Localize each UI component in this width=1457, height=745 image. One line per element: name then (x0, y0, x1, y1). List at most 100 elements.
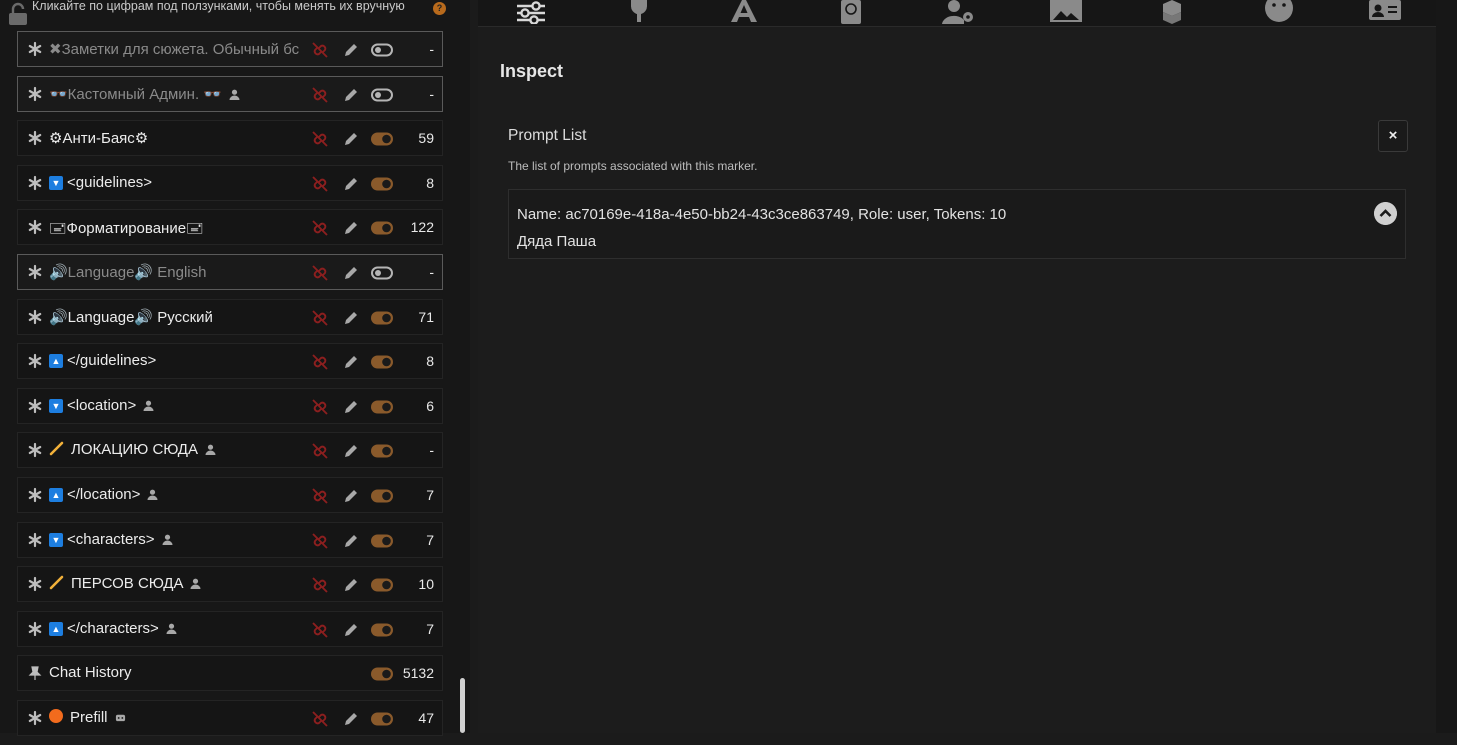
smile-icon[interactable] (1262, 0, 1296, 24)
unlink-icon[interactable] (311, 309, 329, 327)
prompt-name[interactable]: ▲ </characters> (49, 620, 177, 637)
pencil-icon[interactable] (342, 86, 360, 104)
unlink-icon[interactable] (311, 175, 329, 193)
token-count[interactable]: - (429, 86, 434, 102)
image-icon[interactable] (1049, 0, 1083, 24)
prompt-row[interactable]: ▲ </location> 7 (17, 476, 443, 513)
toggle-on-icon[interactable] (370, 130, 394, 148)
pencil-icon[interactable] (342, 621, 360, 639)
chevron-up-icon[interactable] (1374, 202, 1397, 225)
prompt-name[interactable]: 🔊Language🔊 Русский (49, 308, 213, 326)
prompt-name[interactable]: ЛОКАЦИЮ СЮДА (49, 441, 216, 458)
book-icon[interactable] (834, 0, 868, 24)
help-badge[interactable]: ? (433, 2, 446, 15)
scrollbar[interactable] (460, 678, 465, 733)
sliders-icon[interactable] (514, 0, 548, 24)
toggle-on-icon[interactable] (370, 665, 394, 683)
unlink-icon[interactable] (311, 576, 329, 594)
prompt-name[interactable]: ПЕРСОВ СЮДА (49, 575, 201, 592)
prompt-row[interactable]: ▲ </characters> 7 (17, 610, 443, 647)
token-count[interactable]: 6 (426, 398, 434, 414)
prompt-name[interactable]: 🔊Language🔊 English (49, 263, 206, 281)
token-count[interactable]: 47 (418, 710, 434, 726)
toggle-on-icon[interactable] (370, 353, 394, 371)
prompt-name[interactable]: ✖Заметки для сюжета. Обычный бс (49, 40, 299, 58)
toggle-on-icon[interactable] (370, 710, 394, 728)
toggle-off-icon[interactable] (370, 41, 394, 59)
unlink-icon[interactable] (311, 41, 329, 59)
prompt-name[interactable]: Prefill (49, 708, 126, 726)
close-button[interactable]: × (1378, 120, 1408, 152)
prompt-row[interactable]: ▼ <characters> 7 (17, 521, 443, 558)
cubes-icon[interactable] (1155, 0, 1189, 24)
prompt-row[interactable]: ЛОКАЦИЮ СЮДА - (17, 432, 443, 469)
toggle-on-icon[interactable] (370, 219, 394, 237)
prompt-name[interactable]: 👓Кастомный Админ. 👓 (49, 85, 240, 103)
unlink-icon[interactable] (311, 710, 329, 728)
prompt-row[interactable]: 🔊Language🔊 English - (17, 253, 443, 290)
prompt-row[interactable]: ▲ </guidelines> 8 (17, 343, 443, 380)
token-count[interactable]: 7 (426, 621, 434, 637)
prompt-name[interactable]: ▼ <characters> (49, 531, 173, 548)
prompt-name[interactable]: ⚙Анти-Баяс⚙ (49, 129, 148, 147)
prompt-name[interactable]: Chat History (49, 664, 132, 681)
lock-open-icon[interactable] (6, 2, 30, 26)
pencil-icon[interactable] (342, 710, 360, 728)
pencil-icon[interactable] (342, 442, 360, 460)
token-count[interactable]: 8 (426, 353, 434, 369)
toggle-on-icon[interactable] (370, 576, 394, 594)
token-count[interactable]: 5132 (403, 665, 434, 681)
toggle-on-icon[interactable] (370, 487, 394, 505)
unlink-icon[interactable] (311, 532, 329, 550)
prompt-row[interactable]: Chat History 5132 (17, 655, 443, 692)
pencil-icon[interactable] (342, 175, 360, 193)
pencil-icon[interactable] (342, 576, 360, 594)
user-gear-icon[interactable] (941, 0, 975, 24)
token-count[interactable]: 7 (426, 487, 434, 503)
toggle-on-icon[interactable] (370, 175, 394, 193)
token-count[interactable]: 59 (418, 130, 434, 146)
prompt-name[interactable]: 🖃Форматирование🖃 (49, 218, 204, 243)
pencil-icon[interactable] (342, 532, 360, 550)
toggle-off-icon[interactable] (370, 264, 394, 282)
unlink-icon[interactable] (311, 398, 329, 416)
pencil-icon[interactable] (342, 264, 360, 282)
token-count[interactable]: - (429, 442, 434, 458)
prompt-row[interactable]: ▼ <guidelines> 8 (17, 164, 443, 201)
token-count[interactable]: 7 (426, 532, 434, 548)
plug-icon[interactable] (622, 0, 656, 24)
pencil-icon[interactable] (342, 219, 360, 237)
prompt-row[interactable]: 👓Кастомный Админ. 👓 - (17, 75, 443, 112)
prompt-row[interactable]: Prefill 47 (17, 699, 443, 736)
prompt-row[interactable]: ПЕРСОВ СЮДА 10 (17, 566, 443, 603)
font-icon[interactable] (727, 0, 761, 24)
unlink-icon[interactable] (311, 487, 329, 505)
toggle-on-icon[interactable] (370, 309, 394, 327)
pencil-icon[interactable] (342, 398, 360, 416)
toggle-off-icon[interactable] (370, 86, 394, 104)
prompt-row[interactable]: 🔊Language🔊 Русский 71 (17, 298, 443, 335)
token-count[interactable]: - (429, 41, 434, 57)
pencil-icon[interactable] (342, 309, 360, 327)
prompt-row[interactable]: 🖃Форматирование🖃 122 (17, 209, 443, 246)
token-count[interactable]: 10 (418, 576, 434, 592)
unlink-icon[interactable] (311, 442, 329, 460)
unlink-icon[interactable] (311, 264, 329, 282)
prompt-row[interactable]: ✖Заметки для сюжета. Обычный бс - (17, 31, 443, 67)
prompt-row[interactable]: ▼ <location> 6 (17, 387, 443, 424)
id-card-icon[interactable] (1368, 0, 1402, 24)
toggle-on-icon[interactable] (370, 532, 394, 550)
unlink-icon[interactable] (311, 130, 329, 148)
unlink-icon[interactable] (311, 621, 329, 639)
prompt-row[interactable]: ⚙Анти-Баяс⚙ 59 (17, 120, 443, 157)
toggle-on-icon[interactable] (370, 621, 394, 639)
prompt-name[interactable]: ▼ <guidelines> (49, 174, 152, 191)
toggle-on-icon[interactable] (370, 398, 394, 416)
pencil-icon[interactable] (342, 41, 360, 59)
token-count[interactable]: 8 (426, 175, 434, 191)
token-count[interactable]: - (429, 264, 434, 280)
unlink-icon[interactable] (311, 86, 329, 104)
pencil-icon[interactable] (342, 353, 360, 371)
prompt-name[interactable]: ▲ </location> (49, 486, 158, 503)
pencil-icon[interactable] (342, 130, 360, 148)
